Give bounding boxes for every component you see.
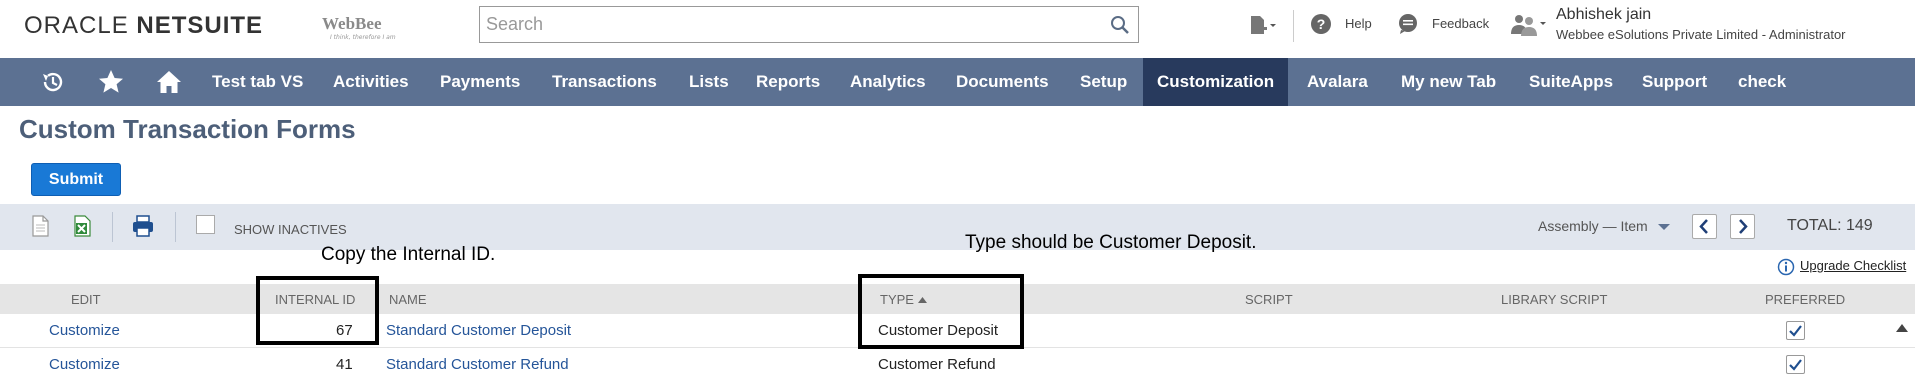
export-excel-icon[interactable] — [70, 214, 94, 238]
column-header-library-script[interactable]: LIBRARY SCRIPT — [1501, 292, 1607, 307]
nav-item-documents[interactable]: Documents — [956, 58, 1049, 106]
user-role[interactable]: Webbee eSolutions Private Limited - Admi… — [1556, 27, 1846, 42]
submit-button[interactable]: Submit — [31, 163, 121, 196]
total-count: TOTAL: 149 — [1787, 217, 1873, 234]
type-cell: Customer Refund — [878, 356, 996, 373]
global-search — [479, 6, 1139, 43]
company-logo[interactable]: WebBee I think, therefore I am — [318, 6, 396, 46]
chevron-right-icon — [1739, 219, 1748, 234]
customize-link[interactable]: Customize — [49, 322, 120, 339]
annotation-copy-internal-id: Copy the Internal ID. — [321, 244, 496, 265]
info-icon[interactable] — [1777, 258, 1795, 276]
checkmark-icon — [1789, 359, 1802, 371]
nav-item-lists[interactable]: Lists — [689, 58, 729, 106]
annotation-type-note: Type should be Customer Deposit. — [965, 232, 1257, 253]
main-navigation: Test tab VS Activities Payments Transact… — [0, 58, 1915, 106]
scroll-up-arrow-icon[interactable] — [1896, 323, 1908, 333]
nav-item-test-tab-vs[interactable]: Test tab VS — [212, 58, 303, 106]
nav-item-setup[interactable]: Setup — [1080, 58, 1127, 106]
nav-item-support[interactable]: Support — [1642, 58, 1707, 106]
annotation-box-type — [858, 274, 1024, 349]
table-row: Customize 41 Standard Customer Refund Cu… — [0, 348, 1915, 377]
print-icon[interactable] — [131, 214, 155, 238]
chevron-down-icon — [1657, 224, 1670, 231]
nav-item-suiteapps[interactable]: SuiteApps — [1529, 58, 1613, 106]
form-name-link[interactable]: Standard Customer Refund — [386, 356, 569, 373]
nav-item-transactions[interactable]: Transactions — [552, 58, 657, 106]
top-header: ORACLE NETSUITE WebBee I think, therefor… — [0, 0, 1915, 58]
nav-item-reports[interactable]: Reports — [756, 58, 820, 106]
nav-item-customization[interactable]: Customization — [1143, 58, 1289, 106]
preferred-checkbox[interactable] — [1786, 321, 1805, 340]
column-header-edit: EDIT — [71, 292, 101, 307]
create-new-icon[interactable] — [1248, 14, 1278, 38]
nav-item-avalara[interactable]: Avalara — [1307, 58, 1368, 106]
help-icon[interactable]: ? — [1310, 13, 1332, 35]
export-csv-icon[interactable] — [28, 214, 52, 238]
customize-link[interactable]: Customize — [49, 356, 120, 373]
nav-item-activities[interactable]: Activities — [333, 58, 409, 106]
column-header-preferred[interactable]: PREFERRED — [1765, 292, 1845, 307]
upgrade-checklist-link[interactable]: Upgrade Checklist — [1800, 258, 1906, 273]
column-header-script[interactable]: SCRIPT — [1245, 292, 1293, 307]
annotation-box-internal-id — [256, 276, 379, 345]
filter-dropdown[interactable]: Assembly — Item — [1538, 218, 1670, 234]
search-input[interactable] — [480, 7, 1090, 41]
oracle-netsuite-logo[interactable]: ORACLE NETSUITE — [24, 12, 263, 40]
svg-text:?: ? — [1317, 16, 1326, 32]
nav-item-check[interactable]: check — [1738, 58, 1786, 106]
page-title: Custom Transaction Forms — [19, 114, 356, 144]
form-name-link[interactable]: Standard Customer Deposit — [386, 322, 571, 339]
chevron-left-icon — [1699, 219, 1708, 234]
home-icon[interactable] — [155, 68, 183, 96]
nav-item-my-new-tab[interactable]: My new Tab — [1401, 58, 1496, 106]
logo-oracle-text: ORACLE — [24, 12, 129, 39]
user-roles-icon[interactable] — [1509, 12, 1547, 38]
checkmark-icon — [1789, 325, 1802, 337]
company-logo-tagline: I think, therefore I am — [330, 34, 396, 41]
nav-item-payments[interactable]: Payments — [440, 58, 520, 106]
feedback-link[interactable]: Feedback — [1432, 16, 1489, 31]
list-toolbar: SHOW INACTIVES Assembly — Item TOTAL: 14… — [0, 204, 1915, 250]
user-name[interactable]: Abhishek jain — [1556, 6, 1651, 24]
next-page-button[interactable] — [1730, 214, 1755, 239]
search-icon[interactable] — [1110, 15, 1130, 35]
column-header-name[interactable]: NAME — [389, 292, 427, 307]
toolbar-divider — [112, 212, 113, 242]
favorites-star-icon[interactable] — [97, 68, 125, 96]
header-divider — [1293, 10, 1294, 42]
toolbar-divider — [175, 212, 176, 242]
company-logo-text: WebBee — [322, 14, 382, 33]
previous-page-button[interactable] — [1692, 214, 1717, 239]
show-inactives-label: SHOW INACTIVES — [234, 222, 347, 237]
nav-item-analytics[interactable]: Analytics — [850, 58, 926, 106]
feedback-icon[interactable] — [1397, 13, 1419, 35]
help-link[interactable]: Help — [1345, 16, 1372, 31]
recent-records-icon[interactable] — [39, 68, 67, 96]
show-inactives-checkbox[interactable] — [196, 215, 215, 234]
logo-netsuite-text: NETSUITE — [136, 12, 264, 39]
filter-dropdown-value: Assembly — Item — [1538, 218, 1648, 234]
preferred-checkbox[interactable] — [1786, 355, 1805, 374]
internal-id-cell: 41 — [336, 356, 353, 373]
